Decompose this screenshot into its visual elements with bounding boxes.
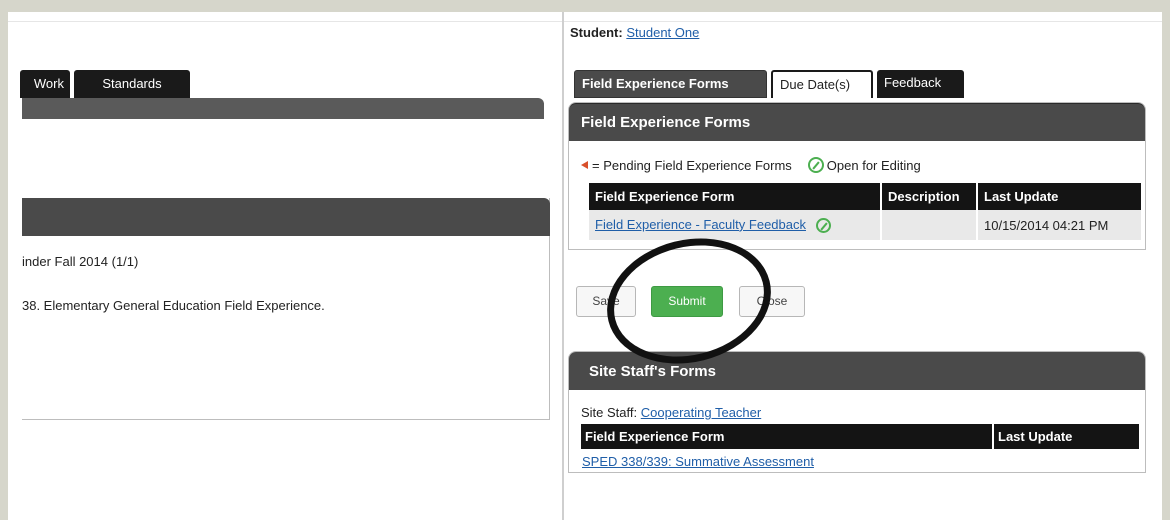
- form-cell: Field Experience - Faculty Feedback: [589, 210, 882, 240]
- form-link[interactable]: SPED 338/339: Summative Assessment: [582, 454, 814, 469]
- site-staff-table-header: Field Experience Form Last Update: [581, 424, 1139, 449]
- form-cell: SPED 338/339: Summative Assessment: [581, 449, 993, 473]
- app-frame: Work Standards inder Fall 2014 (1/1) 38.…: [8, 12, 1162, 520]
- site-staff-line: Site Staff: Cooperating Teacher: [581, 405, 761, 420]
- table-row: SPED 338/339: Summative Assessment: [581, 449, 1139, 473]
- site-staff-label: Site Staff:: [581, 405, 638, 420]
- tab-feedback[interactable]: Feedback: [877, 70, 964, 98]
- site-staff-link[interactable]: Cooperating Teacher: [641, 405, 761, 420]
- tab-field-experience-forms[interactable]: Field Experience Forms: [574, 70, 767, 98]
- tab-work[interactable]: Work: [20, 70, 70, 98]
- edit-pencil-icon: [807, 157, 824, 173]
- student-line: Student: Student One: [570, 25, 699, 40]
- column-header: Field Experience Form: [589, 183, 882, 210]
- tab-field-experience-forms-label: Field Experience Forms: [582, 76, 729, 91]
- course-title-text: 38. Elementary General Education Field E…: [22, 298, 325, 313]
- tab-standards-label: Standards: [102, 76, 162, 91]
- column-header: Last Update: [993, 424, 1139, 449]
- table-row: Field Experience - Faculty Feedback 10/1…: [589, 210, 1141, 240]
- column-header: Description: [881, 183, 978, 210]
- panel-title: Site Staff's Forms: [569, 352, 1145, 390]
- save-button[interactable]: Save: [576, 286, 636, 317]
- tab-feedback-label: Feedback: [884, 75, 942, 90]
- last-update-cell: 10/15/2014 04:21 PM: [977, 210, 1141, 240]
- close-button[interactable]: Close: [739, 286, 805, 317]
- left-course-panel: inder Fall 2014 (1/1) 38. Elementary Gen…: [22, 198, 550, 420]
- field-experience-forms-panel: Field Experience Forms = Pending Field E…: [568, 102, 1146, 250]
- pending-flag-icon: [581, 161, 588, 169]
- submit-button[interactable]: Submit: [651, 286, 723, 317]
- top-divider: [8, 21, 1162, 22]
- tab-due-dates-label: Due Date(s): [780, 77, 851, 92]
- left-panel-header: [22, 98, 544, 119]
- form-link[interactable]: Field Experience - Faculty Feedback: [595, 217, 806, 232]
- left-course-panel-header: [22, 198, 550, 236]
- column-divider: [562, 12, 564, 520]
- last-update-cell: [993, 449, 1139, 473]
- column-header: Field Experience Form: [581, 424, 994, 449]
- forms-table-header: Field Experience Form Description Last U…: [589, 183, 1141, 210]
- course-term-text: inder Fall 2014 (1/1): [22, 254, 139, 269]
- site-staff-table: Field Experience Form Last Update SPED 3…: [581, 424, 1139, 473]
- student-label: Student:: [570, 25, 623, 40]
- description-cell: [881, 210, 978, 240]
- student-name-link[interactable]: Student One: [626, 25, 699, 40]
- tab-work-label: Work: [33, 76, 64, 91]
- column-header: Last Update: [977, 183, 1141, 210]
- legend-pending-text: = Pending Field Experience Forms: [592, 157, 792, 173]
- forms-table: Field Experience Form Description Last U…: [589, 183, 1141, 240]
- edit-pencil-icon[interactable]: [815, 218, 831, 234]
- legend-open-text: Open for Editing: [826, 157, 921, 173]
- tab-due-dates[interactable]: Due Date(s): [771, 70, 873, 98]
- tab-standards[interactable]: Standards: [74, 70, 190, 98]
- site-staff-forms-panel: Site Staff's Forms Site Staff: Cooperati…: [568, 351, 1146, 473]
- forms-legend: = Pending Field Experience Forms Open fo…: [581, 157, 921, 173]
- panel-title: Field Experience Forms: [569, 103, 1145, 141]
